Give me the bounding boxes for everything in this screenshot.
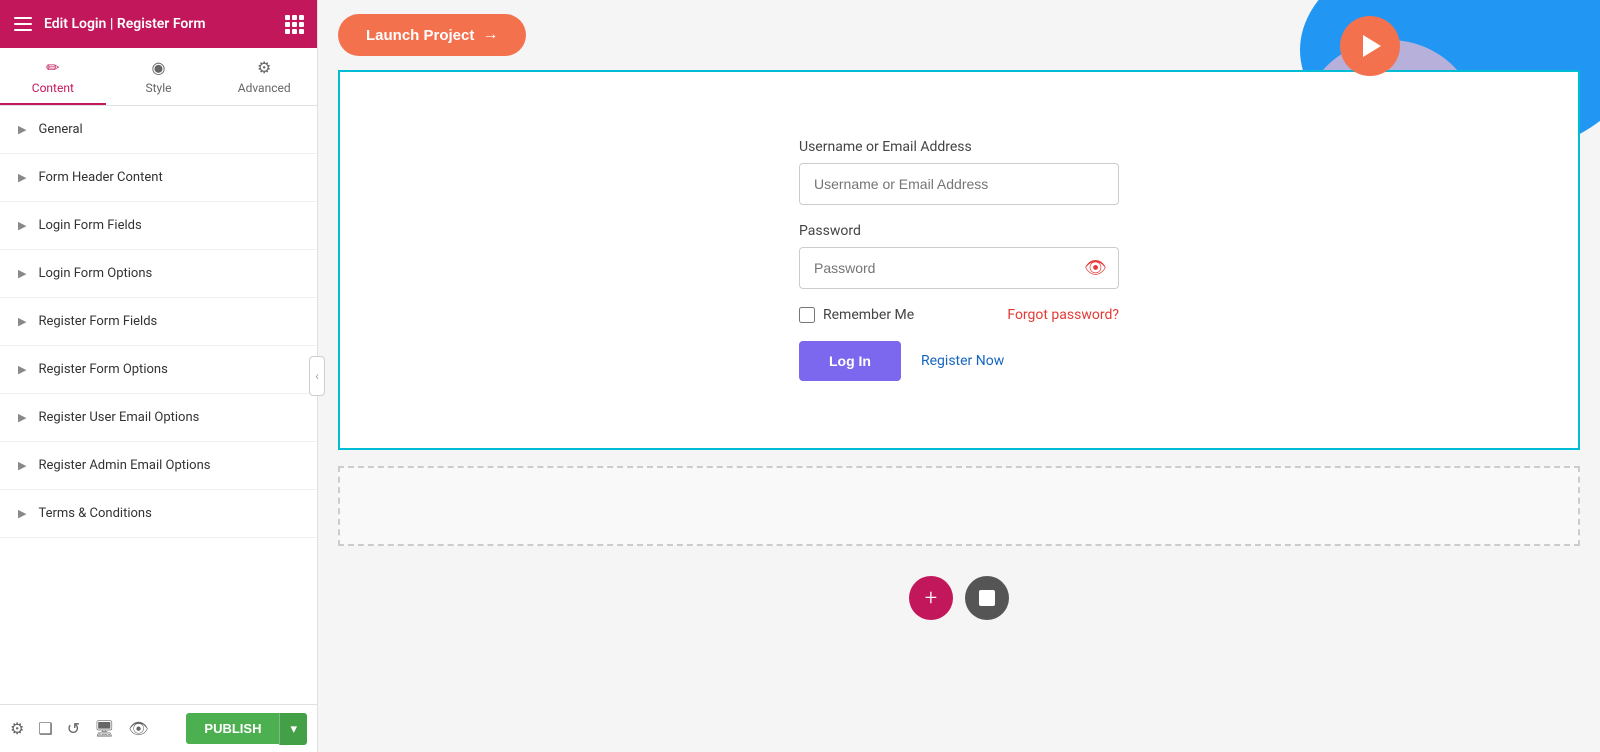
chevron-icon: ▶ (18, 171, 26, 184)
password-field-group: Password 👁 (799, 223, 1119, 289)
section-terms-and-conditions-label: Terms & Conditions (38, 506, 151, 521)
empty-drop-zone (338, 466, 1580, 546)
main-content: Launch Project → Username or Email Addre… (318, 0, 1600, 752)
add-section-button[interactable]: + (909, 576, 953, 620)
section-register-form-fields[interactable]: ▶ Register Form Fields (0, 298, 317, 346)
history-icon[interactable]: ↺ (67, 719, 80, 738)
play-button[interactable] (1340, 16, 1400, 76)
sidebar-title: Edit Login | Register Form (44, 16, 206, 32)
section-login-form-options[interactable]: ▶ Login Form Options (0, 250, 317, 298)
chevron-icon: ▶ (18, 267, 26, 280)
chevron-icon: ▶ (18, 123, 26, 136)
tab-style[interactable]: ◉ Style (106, 48, 212, 105)
chevron-icon: ▶ (18, 315, 26, 328)
login-widget-container: Username or Email Address Password 👁 Re (338, 70, 1580, 450)
register-now-link[interactable]: Register Now (921, 353, 1004, 369)
remember-me-checkbox[interactable] (799, 307, 815, 323)
eye-icon[interactable]: 👁 (128, 719, 148, 738)
section-register-admin-email-options-label: Register Admin Email Options (38, 458, 210, 473)
layers-icon[interactable]: ❑ (38, 719, 52, 738)
stop-button[interactable] (965, 576, 1009, 620)
action-row: Log In Register Now (799, 341, 1119, 381)
section-register-admin-email-options[interactable]: ▶ Register Admin Email Options (0, 442, 317, 490)
chevron-icon: ▶ (18, 363, 26, 376)
stop-icon (979, 590, 995, 606)
style-tab-icon: ◉ (152, 58, 166, 77)
play-triangle-icon (1363, 35, 1381, 57)
sidebar-tabs: ✏ Content ◉ Style ⚙ Advanced (0, 48, 317, 106)
section-register-form-options[interactable]: ▶ Register Form Options (0, 346, 317, 394)
chevron-icon: ▶ (18, 411, 26, 424)
eye-toggle-icon[interactable]: 👁 (1084, 258, 1107, 279)
password-label: Password (799, 223, 1119, 239)
section-login-form-fields-label: Login Form Fields (38, 218, 141, 233)
section-register-user-email-options[interactable]: ▶ Register User Email Options (0, 394, 317, 442)
username-input[interactable] (799, 163, 1119, 205)
chevron-icon: ▶ (18, 459, 26, 472)
publish-button[interactable]: PUBLISH (186, 713, 279, 744)
sidebar: Edit Login | Register Form ✏ Content ◉ S… (0, 0, 318, 752)
chevron-icon: ▶ (18, 219, 26, 232)
login-form: Username or Email Address Password 👁 Re (799, 139, 1119, 381)
tab-advanced[interactable]: ⚙ Advanced (211, 48, 317, 105)
section-general[interactable]: ▶ General (0, 106, 317, 154)
hamburger-icon[interactable] (14, 17, 32, 31)
tab-advanced-label: Advanced (238, 81, 291, 95)
section-register-form-options-label: Register Form Options (38, 362, 167, 377)
settings-icon[interactable]: ⚙ (10, 719, 24, 738)
section-login-form-fields[interactable]: ▶ Login Form Fields (0, 202, 317, 250)
password-input[interactable] (799, 247, 1119, 289)
section-login-form-options-label: Login Form Options (38, 266, 152, 281)
section-register-user-email-options-label: Register User Email Options (38, 410, 199, 425)
chevron-icon: ▶ (18, 507, 26, 520)
tab-content-label: Content (32, 81, 74, 95)
sidebar-header: Edit Login | Register Form (0, 0, 317, 48)
sidebar-bottom: ⚙ ❑ ↺ 🖥 👁 PUBLISH ▾ (0, 704, 317, 752)
bottom-icons: ⚙ ❑ ↺ 🖥 👁 (10, 719, 149, 738)
username-label: Username or Email Address (799, 139, 1119, 155)
desktop-icon[interactable]: 🖥 (94, 719, 114, 738)
remember-row: Remember Me Forgot password? (799, 307, 1119, 323)
login-button[interactable]: Log In (799, 341, 901, 381)
publish-btn-group: PUBLISH ▾ (186, 713, 307, 745)
widget-area: Username or Email Address Password 👁 Re (338, 70, 1580, 450)
resize-handle[interactable]: ‹ (309, 356, 325, 396)
section-general-label: General (38, 122, 82, 137)
launch-project-label: Launch Project (366, 27, 474, 44)
remember-me-label: Remember Me (823, 307, 914, 323)
publish-arrow-button[interactable]: ▾ (279, 713, 307, 745)
remember-left: Remember Me (799, 307, 914, 323)
section-form-header-content[interactable]: ▶ Form Header Content (0, 154, 317, 202)
tab-style-label: Style (146, 81, 172, 95)
top-bar: Launch Project → (318, 0, 1600, 70)
username-field-group: Username or Email Address (799, 139, 1119, 205)
launch-project-button[interactable]: Launch Project → (338, 14, 526, 56)
tab-content[interactable]: ✏ Content (0, 48, 106, 105)
sidebar-sections: ▶ General ▶ Form Header Content ▶ Login … (0, 106, 317, 704)
forgot-password-link[interactable]: Forgot password? (1007, 307, 1119, 323)
password-wrapper: 👁 (799, 247, 1119, 289)
section-form-header-content-label: Form Header Content (38, 170, 162, 185)
section-terms-and-conditions[interactable]: ▶ Terms & Conditions (0, 490, 317, 538)
advanced-tab-icon: ⚙ (257, 58, 271, 77)
fab-area: + (318, 562, 1600, 634)
grid-icon[interactable] (285, 15, 303, 34)
content-tab-icon: ✏ (46, 58, 59, 77)
section-register-form-fields-label: Register Form Fields (38, 314, 157, 329)
launch-arrow-icon: → (482, 26, 498, 44)
